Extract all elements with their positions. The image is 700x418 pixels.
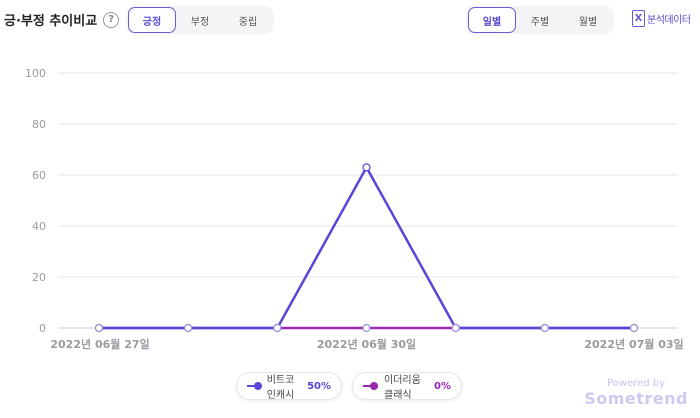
series-line	[99, 166, 634, 330]
y-tick-label: 40	[32, 220, 46, 233]
data-point	[362, 323, 371, 333]
data-point	[273, 323, 282, 333]
legend-item-bitcoin-cash[interactable]: 비트코인캐시 50%	[236, 372, 342, 401]
legend-label: 이더리움클래식	[384, 375, 421, 401]
data-point	[94, 323, 104, 333]
data-point	[451, 323, 460, 333]
x-tick-label: 2022년 06월 30일	[317, 337, 416, 351]
x-tick-label: 2022년 06월 27일	[50, 337, 149, 351]
legend-label: 비트코인캐시	[266, 375, 295, 401]
line-chart: 0 20 40 60 80 100 2022년 06월 27일 2022년 06월 30일 20…	[25, 67, 684, 351]
brand-name: Sometrend	[584, 389, 688, 408]
series-marker-icon	[247, 381, 262, 391]
y-tick-label: 20	[32, 271, 46, 284]
powered-by-logo: Powered by Sometrend	[584, 378, 688, 408]
y-tick-label: 100	[25, 67, 46, 80]
legend-percent: 50%	[307, 380, 331, 392]
legend-percent: 0%	[434, 380, 451, 392]
data-point	[184, 323, 193, 333]
data-point	[540, 323, 549, 333]
powered-by-text: Powered by	[607, 378, 666, 389]
x-tick-label: 2022년 07월 03일	[584, 337, 683, 351]
y-tick-label: 0	[39, 322, 46, 335]
data-point	[629, 323, 639, 333]
y-tick-label: 80	[32, 118, 46, 131]
series-marker-icon	[363, 381, 379, 391]
data-point	[362, 163, 371, 172]
legend-item-ethereum-classic[interactable]: 이더리움클래식 0%	[352, 372, 462, 401]
y-tick-label: 60	[32, 169, 46, 182]
